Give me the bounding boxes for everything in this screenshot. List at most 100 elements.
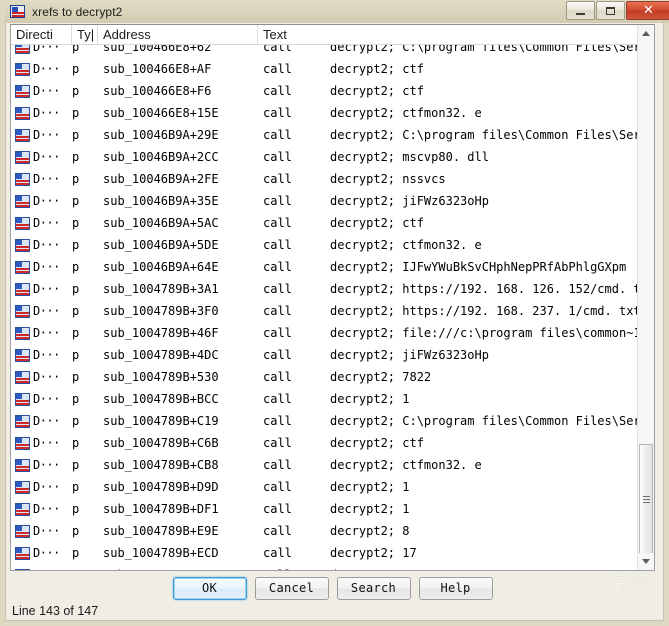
cell-address: sub_1004789B+CB8 [103,458,219,472]
cell-text: decrypt2; ctf [330,62,424,76]
cell-kind: call [263,282,292,296]
table-row[interactable]: D··· p sub_1004789B+3F0 call decrypt2; https… [11,300,637,322]
title-bar[interactable]: xrefs to decrypt2 ✕ [5,0,669,23]
cell-type: p [72,568,98,570]
xref-flag-icon [11,238,33,252]
table-row[interactable]: D··· p sub_1004789B+CB8 call decrypt2; ctfmo… [11,454,637,476]
scrollbar-thumb[interactable] [639,444,653,556]
minimize-button[interactable] [566,1,595,20]
cell-direction: D··· [33,62,60,76]
table-row[interactable]: D··· p sub_10046B9A+2CC call decrypt2; mscvp… [11,146,637,168]
cell-text: decrypt2; IJFwYWuBkSvCHphNepPRfAbPhlgGXp… [330,260,627,274]
ok-button[interactable]: OK [172,576,247,600]
table-row[interactable]: D··· p sub_10046B9A+2FE call decrypt2; nssvc… [11,168,637,190]
table-row[interactable]: D··· p sub_100466E8+AF call decrypt2; ctf [11,58,637,80]
cell-kind: call [263,524,292,538]
cell-direction: D··· [33,414,60,428]
cell-direction: D··· [33,128,60,142]
cell-text: decrypt2; 7822 [330,370,432,384]
cell-kind: call [263,436,292,450]
column-header-type[interactable]: Ty| [72,25,98,44]
cell-kind: call [263,458,292,472]
xref-flag-icon [11,436,33,450]
table-row[interactable]: D··· p sub_1004789B+3A1 call decrypt2; https… [11,278,637,300]
cell-kind: call [263,414,292,428]
xrefs-list[interactable]: Directi Ty| Address Text D··· p sub_100466… [10,24,655,571]
cell-type: p [72,106,80,120]
cell-kind: call [263,216,292,230]
cell-address: sub_10046B9A+64E [103,260,219,274]
table-row[interactable]: D··· p sub_1004789B+ECD call decrypt2; 17 [11,542,637,564]
table-row[interactable]: D··· p sub_1004789B+DF1 call decrypt2; 1 [11,498,637,520]
table-row[interactable]: D··· p sub_10046B9A+5AC call decrypt2; ctf [11,212,637,234]
table-row[interactable]: D··· p sub_1004789B+4DC call decrypt2; jiFWz… [11,344,637,366]
cell-address: sub_10046B9A+5AC [103,216,219,230]
cell-kind: call [263,370,292,384]
chevron-up-icon [642,31,650,36]
cell-kind: call [263,106,292,120]
xref-flag-icon [11,150,33,164]
cell-address: sub_100466E8+62 [103,45,212,54]
cell-text: decrypt2; jiFWz6323oHp [330,348,489,362]
cell-type: p [72,370,80,384]
table-row[interactable]: D··· p sub_1004789B+46F call decrypt2; file:… [11,322,637,344]
cell-type: p [72,524,80,538]
table-row[interactable]: D··· p sub_1004789B+BCC call decrypt2; 1 [11,388,637,410]
cell-type: p [72,414,80,428]
cell-text: decrypt2; nssvcs [330,172,446,186]
xref-flag-icon [11,568,33,570]
xref-flag-icon [11,524,33,538]
xref-flag-icon [11,546,33,560]
xref-flag-icon [11,304,33,318]
cell-address: sub_100466E8+15E [103,106,219,120]
table-row[interactable]: D··· p sub_10046B9A+35E call decrypt2; jiFWz… [11,190,637,212]
table-row[interactable]: D··· p sub_1004789B+D9D call decrypt2; 1 [11,476,637,498]
scroll-up-button[interactable] [638,25,654,42]
table-row[interactable]: D··· p sub_10046B9A+29E call decrypt2; C:\pr… [11,124,637,146]
search-button[interactable]: Search [336,576,411,600]
scroll-down-button[interactable] [638,553,654,570]
cell-address: sub_100466E8+F6 [103,84,212,98]
cell-type: p [72,150,80,164]
table-row[interactable]: D··· p sub_10046B9A+64E call decrypt2; IJFwY… [11,256,637,278]
cell-direction: D··· [33,238,60,252]
cell-direction: D··· [33,546,60,560]
cell-type: p [72,194,80,208]
cell-address: sub_10046B9A+5DE [103,238,219,252]
table-row[interactable]: D··· p sub_1004789B+530 call decrypt2; 7822 [11,366,637,388]
table-row[interactable]: D··· p sub_1004789B+C6B call decrypt2; ctf [11,432,637,454]
xref-flag-icon [11,458,33,472]
cell-direction: D··· [33,524,60,538]
xref-flag-icon [11,326,33,340]
table-row[interactable]: D··· p sub_100466E8+62 call decrypt2; C:\pro… [11,45,637,58]
vertical-scrollbar[interactable] [637,25,654,570]
cancel-button[interactable]: Cancel [254,576,329,600]
cell-kind: call [263,348,292,362]
table-row[interactable]: D··· p sub_1004789B+C19 call decrypt2; C:\pr… [11,410,637,432]
cell-kind: call [263,62,292,76]
table-row[interactable]: D···psub_1004789B+F93calldecrypt2; 0 [11,564,637,570]
cell-address: sub_1004789B+3F0 [103,304,219,318]
table-row[interactable]: D··· p sub_1004789B+E9E call decrypt2; 8 [11,520,637,542]
help-button[interactable]: Help [418,576,493,600]
list-rows-viewport: D··· p sub_100466E8+62 call decrypt2; C:\pro… [11,45,637,570]
cell-type: p [72,348,80,362]
table-row[interactable]: D··· p sub_100466E8+F6 call decrypt2; ctf [11,80,637,102]
table-row[interactable]: D··· p sub_10046B9A+5DE call decrypt2; ctfmo… [11,234,637,256]
table-row[interactable]: D··· p sub_100466E8+15E call decrypt2; ctfmo… [11,102,637,124]
cell-address: sub_1004789B+4DC [103,348,219,362]
chevron-down-icon [642,559,650,564]
column-header-address[interactable]: Address [98,25,258,44]
xref-flag-icon [10,4,26,20]
cell-text: decrypt2; 17 [330,546,417,560]
column-header-text[interactable]: Text [258,25,654,44]
cell-kind: call [263,84,292,98]
maximize-button[interactable] [596,1,625,20]
window-title: xrefs to decrypt2 [32,4,123,19]
cell-type: p [72,62,80,76]
column-header-direction[interactable]: Directi [11,25,72,44]
cell-direction: D··· [33,150,60,164]
status-bar: Line 143 of 147 [12,604,99,618]
close-button[interactable]: ✕ [626,1,669,20]
cell-kind: call [258,568,325,570]
